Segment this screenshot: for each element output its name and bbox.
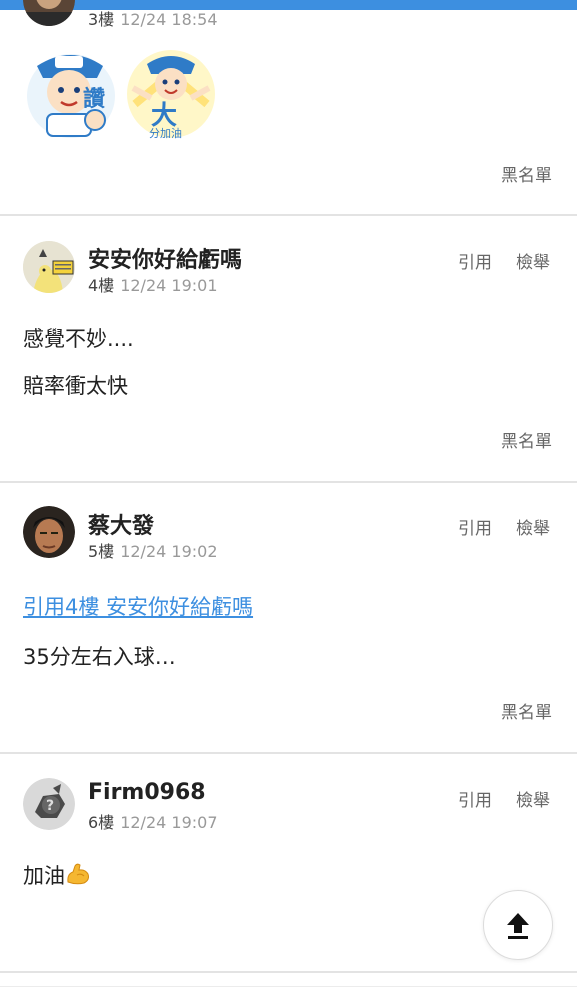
post-time: 12/24 19:07 xyxy=(120,813,218,832)
post-time: 12/24 18:54 xyxy=(120,10,218,29)
post-content-line: 35分左右入球… xyxy=(23,645,176,669)
floor-number: 6樓 xyxy=(88,813,115,832)
floor-number: 3樓 xyxy=(88,10,115,29)
sticker-thumbs-up-icon: 讚 xyxy=(25,44,117,140)
svg-text:分加油: 分加油 xyxy=(149,126,182,140)
author-name[interactable]: 安安你好給虧嗎 xyxy=(88,242,242,274)
post-divider xyxy=(0,214,577,216)
report-button[interactable]: 檢舉 xyxy=(516,248,550,273)
avatar[interactable] xyxy=(23,506,75,558)
post-meta: 5樓 12/24 19:02 xyxy=(88,538,218,562)
post-time: 12/24 19:01 xyxy=(120,276,218,295)
quote-button[interactable]: 引用 xyxy=(458,248,492,273)
blacklist-button[interactable]: 黑名單 xyxy=(501,427,552,452)
post-time: 12/24 19:02 xyxy=(120,542,218,561)
post-divider xyxy=(0,752,577,754)
svg-text:讚: 讚 xyxy=(83,86,105,112)
post-divider xyxy=(0,481,577,483)
quote-button[interactable]: 引用 xyxy=(458,514,492,539)
author-name[interactable]: Firm0968 xyxy=(88,780,206,805)
post-content-line: 感覺不妙.... xyxy=(23,327,134,351)
post-content-text: 加油 xyxy=(23,864,65,888)
post-content-line: 賠率衝太快 xyxy=(23,374,128,398)
quoted-post-link[interactable]: 引用4樓 安安你好給虧嗎 xyxy=(23,591,253,621)
post-content-line: 加油 xyxy=(23,860,91,890)
avatar[interactable]: ? xyxy=(23,778,75,830)
flexed-biceps-icon xyxy=(65,862,91,886)
post-meta: 6樓 12/24 19:07 xyxy=(88,809,218,833)
floor-number: 4樓 xyxy=(88,276,115,295)
sticker-cheer-icon: 大 分加油 xyxy=(125,44,217,140)
post-meta: 4樓 12/24 19:01 xyxy=(88,272,218,296)
arrow-up-icon xyxy=(507,913,529,939)
quote-button[interactable]: 引用 xyxy=(458,786,492,811)
author-name[interactable]: 蔡大發 xyxy=(88,508,154,540)
report-button[interactable]: 檢舉 xyxy=(516,786,550,811)
blacklist-button[interactable]: 黑名單 xyxy=(501,161,552,186)
svg-text:?: ? xyxy=(46,798,54,814)
post-meta: 3樓 12/24 18:54 xyxy=(88,6,218,30)
report-button[interactable]: 檢舉 xyxy=(516,514,550,539)
post-divider xyxy=(0,971,577,973)
post-divider xyxy=(0,986,577,987)
floor-number: 5樓 xyxy=(88,542,115,561)
scroll-to-top-button[interactable] xyxy=(483,890,553,960)
avatar[interactable] xyxy=(23,241,75,293)
top-status-bar xyxy=(0,0,577,10)
avatar[interactable] xyxy=(23,0,75,26)
blacklist-button[interactable]: 黑名單 xyxy=(501,698,552,723)
